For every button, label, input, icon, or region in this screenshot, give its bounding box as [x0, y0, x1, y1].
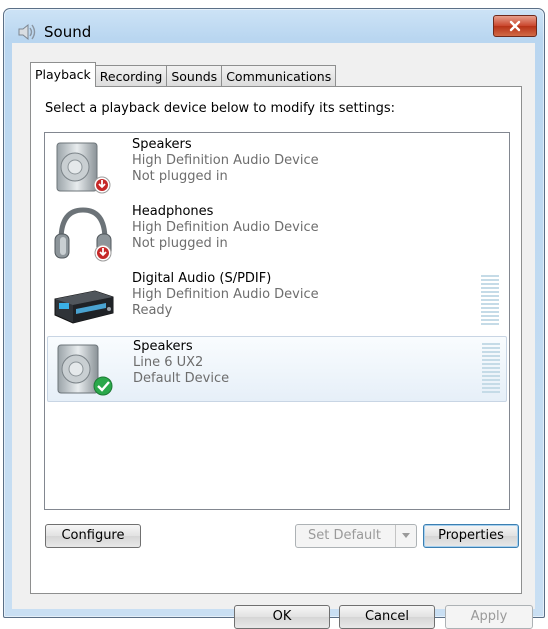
device-name: Speakers: [133, 339, 193, 354]
device-name: Digital Audio (S/PDIF): [132, 271, 272, 286]
set-default-label: Set Default: [308, 528, 381, 543]
tab-communications[interactable]: Communications: [221, 65, 337, 87]
device-status: Ready: [132, 303, 173, 318]
device-name: Headphones: [132, 204, 214, 219]
speaker-default-icon: [57, 344, 113, 396]
tab-sounds[interactable]: Sounds: [166, 65, 223, 87]
speaker-title-icon: [18, 23, 36, 41]
device-driver: High Definition Audio Device: [132, 153, 319, 168]
device-item-headphones[interactable]: Headphones High Definition Audio Device …: [47, 202, 505, 266]
digital-audio-device-icon: [54, 290, 114, 324]
configure-button[interactable]: Configure: [45, 524, 141, 548]
device-status: Not plugged in: [132, 169, 228, 184]
device-driver: High Definition Audio Device: [132, 287, 319, 302]
window-title: Sound: [44, 23, 92, 41]
speaker-unplugged-icon: [56, 142, 111, 194]
device-status: Default Device: [133, 371, 230, 386]
tab-playback[interactable]: Playback: [30, 62, 96, 87]
headphones-unplugged-icon: [54, 207, 112, 262]
apply-button[interactable]: Apply: [445, 605, 533, 629]
playback-device-list[interactable]: Speakers High Definition Audio Device No…: [44, 132, 510, 510]
close-icon: [509, 20, 521, 32]
tab-strip: Playback Recording Sounds Communications: [30, 62, 337, 87]
volume-level-meter: [481, 275, 499, 327]
set-default-split-button[interactable]: Set Default: [295, 524, 417, 548]
dropdown-arrow[interactable]: [395, 525, 416, 547]
properties-button[interactable]: Properties: [423, 524, 519, 548]
device-name: Speakers: [132, 137, 192, 152]
device-item-digital-audio[interactable]: Digital Audio (S/PDIF) High Definition A…: [47, 269, 505, 333]
sound-dialog: Sound Playback Recording Sounds Communic…: [3, 8, 545, 629]
dialog-body: Playback Recording Sounds Communications…: [12, 43, 535, 629]
tab-recording[interactable]: Recording: [94, 65, 168, 87]
instruction-text: Select a playback device below to modify…: [45, 101, 395, 116]
playback-panel: Select a playback device below to modify…: [30, 86, 522, 594]
device-status: Not plugged in: [132, 236, 228, 251]
cancel-button[interactable]: Cancel: [339, 605, 435, 629]
chevron-down-icon: [402, 533, 410, 538]
device-driver: High Definition Audio Device: [132, 220, 319, 235]
device-item-speakers-hd[interactable]: Speakers High Definition Audio Device No…: [47, 135, 505, 199]
ok-button[interactable]: OK: [234, 605, 330, 629]
volume-level-meter: [482, 343, 500, 395]
device-driver: Line 6 UX2: [133, 355, 204, 370]
device-item-speakers-line6[interactable]: Speakers Line 6 UX2 Default Device: [47, 336, 507, 402]
close-button[interactable]: [493, 15, 537, 37]
